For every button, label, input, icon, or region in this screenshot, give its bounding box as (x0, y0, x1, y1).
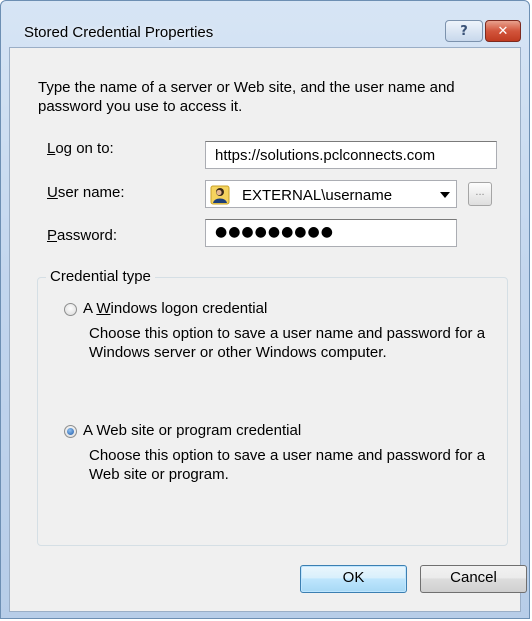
windows-credential-description: Choose this option to save a user name a… (89, 325, 486, 361)
username-combobox[interactable]: EXTERNAL\username (205, 180, 457, 208)
windows-credential-label[interactable]: A Windows logon credential (83, 300, 267, 317)
user-icon (210, 185, 230, 205)
help-button[interactable]: ? (445, 20, 483, 42)
logon-label: Log on to: (47, 140, 114, 157)
close-button[interactable]: ✕ (485, 20, 521, 42)
title-bar[interactable]: Stored Credential Properties ? ✕ (1, 1, 529, 47)
credential-type-group (37, 277, 508, 546)
windows-credential-radio[interactable] (64, 303, 77, 316)
web-credential-label[interactable]: A Web site or program credential (83, 422, 301, 439)
help-icon: ? (460, 23, 468, 39)
credential-type-legend: Credential type (46, 268, 155, 285)
web-credential-description: Choose this option to save a user name a… (89, 447, 486, 483)
cancel-button[interactable]: Cancel (420, 565, 527, 593)
chevron-down-icon[interactable] (440, 192, 450, 198)
browse-user-button[interactable]: ... (468, 182, 492, 206)
password-label: Password: (47, 227, 118, 244)
web-credential-radio[interactable] (64, 425, 77, 438)
intro-text: Type the name of a server or Web site, a… (38, 79, 455, 115)
close-icon: ✕ (497, 23, 509, 39)
username-label: User name: (47, 184, 125, 201)
dialog-title: Stored Credential Properties (24, 24, 214, 41)
logon-field[interactable]: https://solutions.pclconnects.com (205, 141, 497, 169)
ok-button[interactable]: OK (300, 565, 407, 593)
password-field[interactable]: ●●●●●●●●● (205, 219, 457, 247)
username-value: EXTERNAL\username (242, 187, 393, 204)
